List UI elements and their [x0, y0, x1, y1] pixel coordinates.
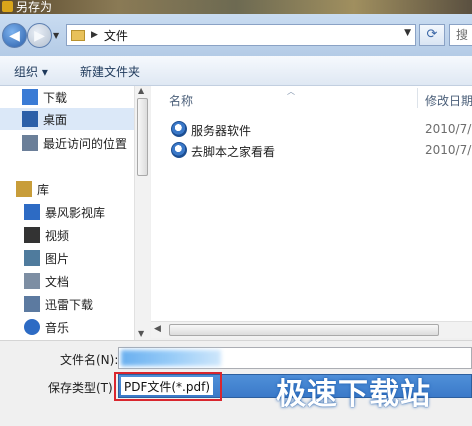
app-icon — [2, 1, 13, 12]
back-button[interactable]: ◀ — [2, 23, 27, 48]
list-item[interactable]: 服务器软件 2010/7/2 — [151, 119, 472, 139]
scroll-left-icon[interactable]: ◀ — [154, 324, 161, 334]
recent-pages-dropdown-icon[interactable]: ▼ — [53, 31, 63, 41]
blurred-file-name — [121, 350, 221, 366]
sort-ascending-icon: ︿ — [287, 87, 295, 96]
nav-item-thunder-download[interactable]: 迅雷下载 — [0, 293, 134, 315]
shortcut-icon — [171, 121, 187, 137]
recent-places-icon — [22, 135, 38, 151]
list-item[interactable]: 去脚本之家看看 2010/7/2 — [151, 140, 472, 160]
navigation-pane: 下载 桌面 最近访问的位置 库 暴风影视库 视频 图片 文档 迅雷下载 音乐 ▲… — [0, 86, 150, 340]
library-icon — [16, 181, 32, 197]
documents-icon — [24, 273, 40, 289]
video-library-icon — [24, 204, 40, 220]
nav-item-desktop[interactable]: 桌面 — [0, 108, 134, 130]
watermark-text: 极速下载站 — [276, 377, 431, 412]
refresh-icon: ⟳ — [426, 27, 438, 42]
nav-item-label: 视频 — [45, 228, 70, 243]
nav-item-label: 最近访问的位置 — [43, 136, 128, 151]
nav-item-label: 文档 — [45, 274, 70, 289]
nav-item-library[interactable]: 库 — [0, 178, 134, 200]
nav-scrollbar[interactable]: ▲ ▼ — [134, 86, 150, 340]
nav-item-video-library[interactable]: 暴风影视库 — [0, 201, 134, 223]
file-name: 去脚本之家看看 — [191, 145, 276, 159]
nav-item-documents[interactable]: 文档 — [0, 270, 134, 292]
title-bar: 另存为 — [0, 0, 472, 14]
column-header-date[interactable]: 修改日期 — [425, 92, 472, 109]
forward-button[interactable]: ▶ — [27, 23, 52, 48]
file-name-input[interactable] — [118, 347, 472, 369]
nav-item-recent-places[interactable]: 最近访问的位置 — [0, 132, 134, 154]
scroll-up-icon[interactable]: ▲ — [138, 86, 144, 95]
horizontal-scroll-thumb[interactable] — [169, 324, 439, 336]
nav-item-label: 库 — [37, 182, 50, 197]
music-icon — [24, 319, 40, 335]
folder-icon — [71, 29, 85, 41]
back-arrow-icon: ◀ — [9, 27, 20, 44]
thunder-download-icon — [24, 296, 40, 312]
shortcut-icon — [171, 142, 187, 158]
refresh-button[interactable]: ⟳ — [419, 24, 445, 46]
file-date: 2010/7/2 — [425, 143, 472, 157]
column-divider[interactable] — [417, 88, 418, 108]
scroll-down-icon[interactable]: ▼ — [138, 329, 144, 338]
red-highlight-box — [114, 372, 222, 401]
address-bar[interactable]: ▶ 文件 ▼ — [66, 24, 416, 46]
address-dropdown-icon[interactable]: ▼ — [404, 28, 411, 38]
search-input[interactable]: 搜 — [449, 24, 472, 46]
download-folder-icon — [22, 89, 38, 105]
file-name: 服务器软件 — [191, 124, 252, 138]
video-icon — [24, 227, 40, 243]
breadcrumb-arrow-icon[interactable]: ▶ — [91, 30, 98, 40]
forward-arrow-icon: ▶ — [34, 27, 45, 44]
nav-item-music[interactable]: 音乐 — [0, 316, 134, 338]
file-date: 2010/7/2 — [425, 122, 472, 136]
nav-item-videos[interactable]: 视频 — [0, 224, 134, 246]
nav-item-label: 暴风影视库 — [45, 205, 106, 220]
nav-item-downloads[interactable]: 下载 — [0, 86, 134, 108]
nav-item-label: 下载 — [43, 90, 68, 105]
address-row: ◀ ▶ ▼ ▶ 文件 ▼ ⟳ 搜 — [0, 14, 472, 56]
nav-item-label: 图片 — [45, 251, 70, 266]
save-form: 文件名(N): 保存类型(T): PDF文件(*.pdf) 极速下载站 — [0, 340, 472, 426]
file-name-label: 文件名(N): — [60, 353, 119, 367]
nav-item-label: 桌面 — [43, 112, 68, 127]
column-header: 名称 ︿ 修改日期 — [151, 86, 472, 110]
nav-item-pictures[interactable]: 图片 — [0, 247, 134, 269]
toolbar: 组织 ▾ 新建文件夹 — [0, 56, 472, 86]
nav-item-label: 音乐 — [45, 320, 70, 335]
organize-menu-button[interactable]: 组织 ▾ — [14, 63, 48, 80]
desktop-icon — [22, 111, 38, 127]
new-folder-button[interactable]: 新建文件夹 — [80, 63, 140, 80]
file-list-pane: 名称 ︿ 修改日期 服务器软件 2010/7/2 去脚本之家看看 2010/7/… — [151, 86, 472, 326]
window-title: 另存为 — [16, 0, 53, 14]
nav-scroll-thumb[interactable] — [137, 98, 148, 176]
column-header-name[interactable]: 名称 — [169, 92, 193, 109]
file-type-label: 保存类型(T): — [48, 381, 117, 395]
breadcrumb-current[interactable]: 文件 — [104, 27, 128, 44]
horizontal-scrollbar[interactable]: ◀ — [151, 321, 472, 338]
pictures-icon — [24, 250, 40, 266]
nav-item-label: 迅雷下载 — [45, 297, 94, 312]
